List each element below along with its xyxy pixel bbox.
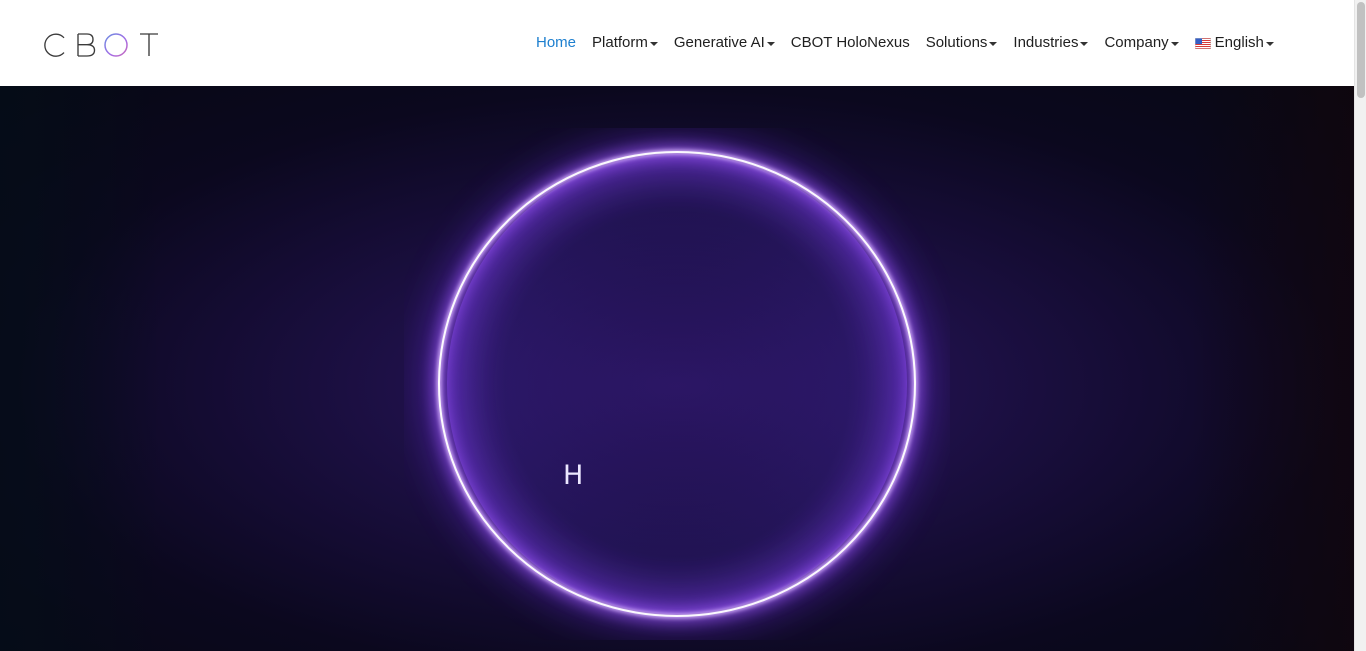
language-label: English [1214,34,1264,51]
page: Home Platform Generative AI CBOT HoloNex… [0,0,1366,651]
nav-platform-label: Platform [592,34,648,51]
caret-down-icon [989,42,998,46]
glow-ring-icon [422,135,932,633]
nav-industries-label: Industries [1013,34,1079,51]
nav-solutions[interactable]: Solutions [926,33,998,53]
caret-down-icon [1170,42,1179,46]
vertical-scrollbar[interactable] [1354,0,1366,651]
nav-industries[interactable]: Industries [1013,33,1089,53]
caret-down-icon [1265,42,1274,46]
nav-solutions-label: Solutions [925,34,988,51]
scrollbar-thumb[interactable] [1357,2,1365,98]
nav-generative-ai-label: Generative AI [673,34,765,51]
nav-generative-ai[interactable]: Generative AI [674,33,775,53]
cbot-logo[interactable] [44,29,158,59]
top-navbar: Home Platform Generative AI CBOT HoloNex… [0,0,1354,86]
nav-company-label: Company [1104,34,1169,51]
caret-down-icon [766,42,775,46]
hero-animated-letter: H [563,460,584,491]
us-flag-icon [1194,37,1211,49]
nav-platform[interactable]: Platform [592,33,658,53]
main-navigation: Home Platform Generative AI CBOT HoloNex… [536,33,1274,53]
nav-home[interactable]: Home [536,33,576,53]
nav-cbot-holonexus[interactable]: CBOT HoloNexus [791,33,910,53]
language-selector[interactable]: English [1194,33,1274,53]
nav-company[interactable]: Company [1104,33,1179,53]
nav-home-label: Home [536,34,577,51]
hero-video-section: H [0,86,1354,651]
caret-down-icon [1080,42,1089,46]
cbot-logo-mark [44,33,158,57]
caret-down-icon [649,42,658,46]
nav-cbot-holonexus-label: CBOT HoloNexus [790,34,910,51]
